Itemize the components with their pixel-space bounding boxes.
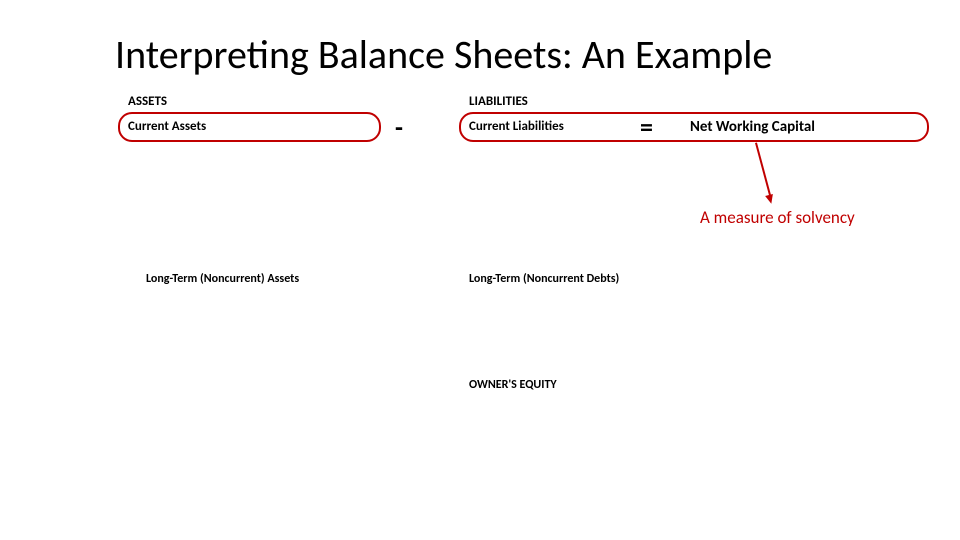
liabilities-heading: LIABILITIES — [469, 94, 528, 109]
arrow-head-icon — [765, 194, 775, 205]
arrow-line — [755, 142, 771, 196]
slide-title: Interpreting Balance Sheets: An Example — [115, 30, 772, 79]
assets-heading: ASSETS — [128, 94, 167, 109]
current-assets-label: Current Assets — [128, 119, 206, 134]
minus-operator: - — [395, 114, 403, 140]
solvency-annotation: A measure of solvency — [700, 207, 855, 228]
current-liabilities-label: Current Liabilities — [469, 119, 564, 134]
net-working-capital-label: Net Working Capital — [690, 118, 815, 136]
longterm-assets-label: Long-Term (Noncurrent) Assets — [146, 272, 299, 286]
equals-operator: = — [640, 114, 653, 140]
owners-equity-heading: OWNER'S EQUITY — [469, 378, 557, 392]
longterm-liabilities-label: Long-Term (Noncurrent Debts) — [469, 272, 619, 286]
